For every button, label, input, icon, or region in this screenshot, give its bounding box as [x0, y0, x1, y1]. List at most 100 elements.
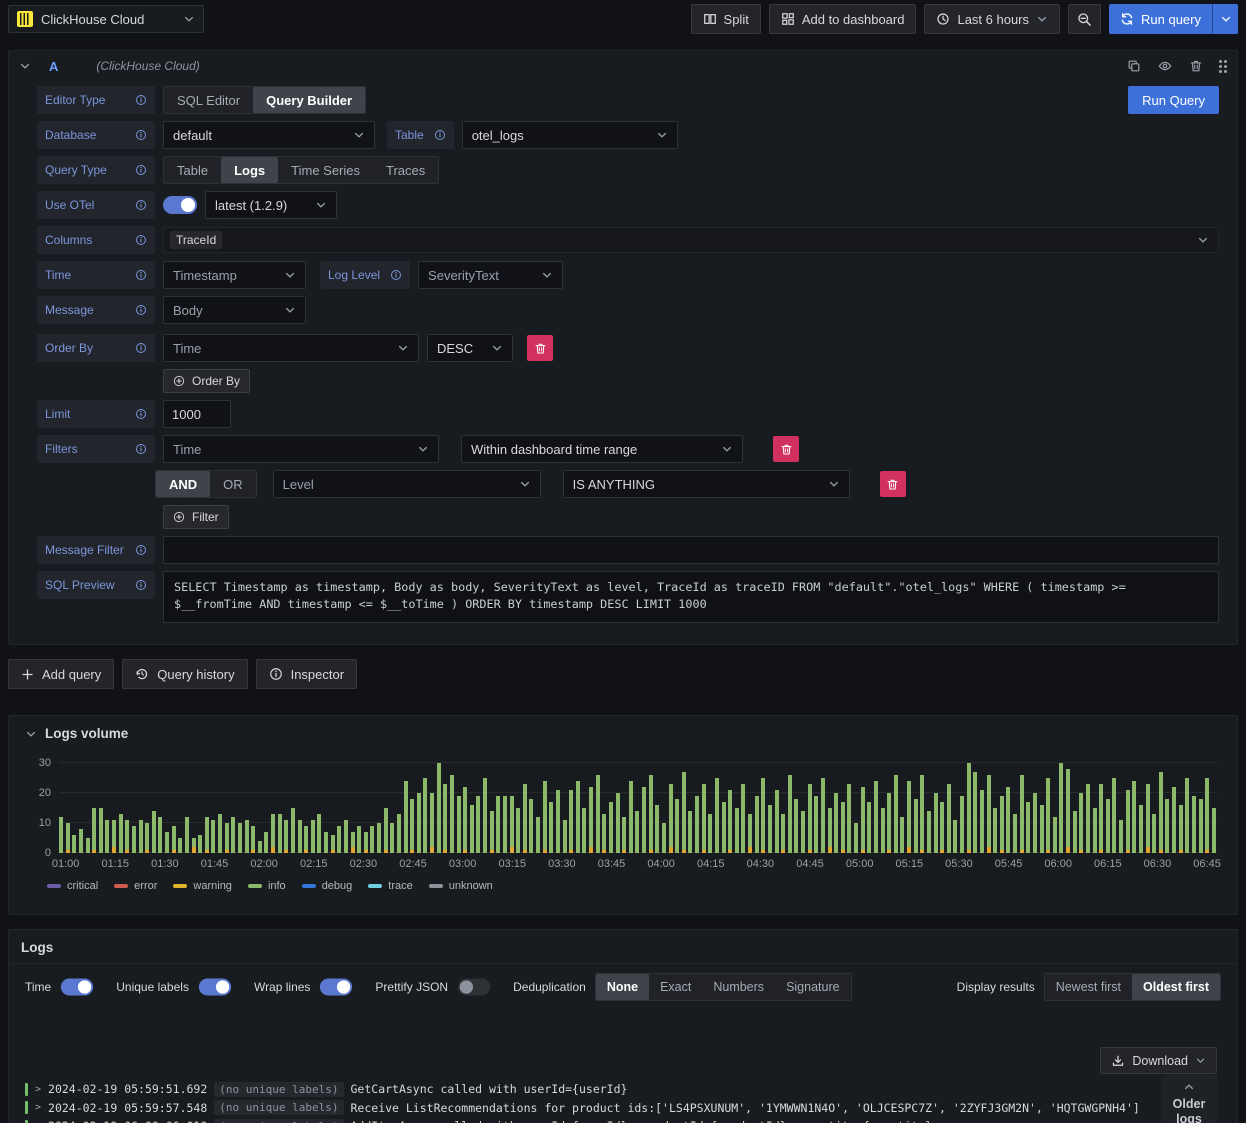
time-range-picker[interactable]: Last 6 hours [924, 4, 1061, 34]
volume-bar [1205, 778, 1210, 853]
filter-column-select[interactable]: Level [272, 470, 541, 498]
log-row[interactable]: >2024-02-19 06:00:06.010(no unique label… [25, 1117, 1221, 1123]
info-icon[interactable] [135, 408, 147, 420]
volume-bar [741, 784, 746, 853]
collapse-chevron-icon[interactable] [19, 60, 31, 72]
legend-item-error[interactable]: error [114, 880, 157, 892]
remove-filter-condition-button[interactable] [879, 471, 906, 497]
expand-chevron-icon[interactable]: > [35, 1084, 41, 1095]
query-type-time-series[interactable]: Time Series [278, 157, 373, 183]
filter-range-select[interactable]: Within dashboard time range [461, 435, 743, 463]
zoom-out-button[interactable] [1068, 4, 1102, 34]
hide-query-eye-icon[interactable] [1157, 59, 1173, 73]
volume-bar [635, 811, 640, 853]
time-toggle[interactable] [61, 977, 94, 996]
info-icon[interactable] [434, 129, 446, 141]
query-history-button[interactable]: Query history [122, 659, 248, 689]
info-icon[interactable] [135, 129, 147, 141]
volume-bar [1006, 787, 1011, 853]
message-column-select[interactable]: Body [163, 296, 306, 324]
info-icon[interactable] [135, 234, 147, 246]
otel-version-select[interactable]: latest (1.2.9) [205, 191, 337, 219]
add-order-by-button[interactable]: Order By [163, 369, 251, 393]
run-query-panel-button[interactable]: Run Query [1128, 86, 1219, 114]
query-type-logs[interactable]: Logs [221, 157, 279, 183]
query-builder-tab[interactable]: Query Builder [253, 87, 366, 113]
oldest-first-option[interactable]: Oldest first [1132, 973, 1220, 1000]
order-by-field-select[interactable]: Time [163, 334, 419, 362]
info-icon[interactable] [390, 269, 402, 281]
info-icon[interactable] [135, 544, 147, 556]
sql-editor-tab[interactable]: SQL Editor [164, 87, 253, 113]
info-icon[interactable] [135, 579, 147, 591]
log-row[interactable]: >2024-02-19 05:59:51.692 (no unique label… [25, 1080, 1221, 1099]
add-filter-button[interactable]: Filter [163, 505, 229, 529]
column-chip[interactable]: TraceId [170, 231, 223, 249]
database-select[interactable]: default [163, 121, 375, 149]
x-tick-label: 06:15 [1094, 858, 1122, 870]
and-option[interactable]: AND [156, 471, 211, 497]
order-by-direction-select[interactable]: DESC [427, 334, 513, 362]
older-logs-button[interactable]: Older logs [1161, 1075, 1217, 1123]
x-tick-label: 04:15 [697, 858, 725, 870]
legend-item-debug[interactable]: debug [301, 880, 352, 892]
columns-multiselect[interactable]: TraceId [163, 227, 1219, 253]
dedup-numbers[interactable]: Numbers [702, 974, 775, 1000]
prettify-json-toggle[interactable] [457, 977, 491, 996]
use-otel-toggle[interactable] [163, 196, 197, 214]
datasource-picker[interactable]: ClickHouse Cloud [8, 5, 204, 33]
remove-filter-button[interactable] [773, 436, 799, 462]
info-icon[interactable] [135, 164, 147, 176]
remove-order-by-button[interactable] [527, 335, 553, 361]
query-type-traces[interactable]: Traces [373, 157, 438, 183]
filter-field-select[interactable]: Time [163, 435, 439, 463]
or-option[interactable]: OR [210, 471, 256, 497]
run-query-dropdown-caret[interactable] [1212, 4, 1238, 34]
volume-bar [854, 823, 858, 853]
limit-input[interactable] [163, 400, 231, 428]
delete-query-trash-icon[interactable] [1189, 59, 1203, 73]
duplicate-query-icon[interactable] [1127, 59, 1141, 73]
logs-panel-title: Logs [21, 940, 54, 955]
table-select[interactable]: otel_logs [461, 121, 678, 149]
download-button[interactable]: Download [1100, 1047, 1217, 1074]
info-icon[interactable] [135, 269, 147, 281]
log-level-column-select[interactable]: SeverityText [418, 261, 564, 289]
legend-item-trace[interactable]: trace [368, 880, 413, 892]
info-icon[interactable] [135, 304, 147, 316]
drag-handle-icon[interactable] [1219, 59, 1227, 73]
time-column-select[interactable]: Timestamp [163, 261, 306, 289]
volume-bar [979, 790, 984, 853]
info-icon[interactable] [135, 199, 147, 211]
inspector-button[interactable]: Inspector [255, 659, 358, 689]
volume-bar [416, 793, 421, 853]
query-type-table[interactable]: Table [164, 157, 221, 183]
legend-item-warning[interactable]: warning [173, 880, 232, 892]
legend-item-critical[interactable]: critical [47, 880, 98, 892]
volume-bar [1092, 808, 1097, 853]
expand-chevron-icon[interactable]: > [35, 1102, 41, 1113]
legend-item-info[interactable]: info [247, 880, 286, 892]
dedup-exact[interactable]: Exact [649, 974, 702, 1000]
volume-bar [562, 820, 567, 853]
dedup-signature[interactable]: Signature [775, 974, 851, 1000]
logs-volume-header[interactable]: Logs volume [21, 724, 1225, 741]
message-filter-input[interactable] [163, 536, 1219, 564]
volume-bar [476, 796, 481, 853]
add-query-button[interactable]: Add query [8, 659, 115, 689]
filter-operator-select[interactable]: IS ANYTHING [562, 470, 850, 498]
unique-labels-toggle[interactable] [198, 977, 232, 996]
volume-bar [860, 787, 865, 853]
wrap-lines-toggle[interactable] [320, 977, 353, 996]
info-icon[interactable] [135, 342, 147, 354]
split-button[interactable]: Split [690, 4, 761, 34]
log-row[interactable]: >2024-02-19 05:59:57.548 (no unique label… [25, 1099, 1221, 1118]
dedup-none[interactable]: None [595, 973, 650, 1000]
legend-item-unknown[interactable]: unknown [428, 880, 493, 892]
info-icon[interactable] [135, 443, 147, 455]
newest-first-option[interactable]: Newest first [1045, 974, 1132, 1000]
run-query-button[interactable]: Run query [1109, 4, 1212, 34]
add-to-dashboard-button[interactable]: Add to dashboard [768, 4, 917, 34]
info-icon[interactable] [135, 94, 147, 106]
query-ref-id[interactable]: A [49, 59, 58, 74]
